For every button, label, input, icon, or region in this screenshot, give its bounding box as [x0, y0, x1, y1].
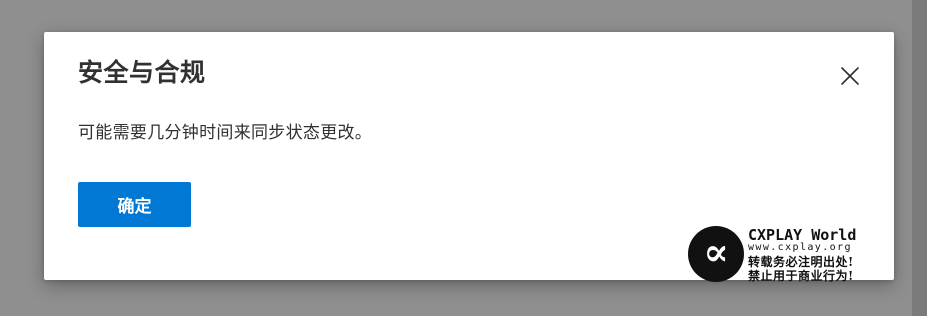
cxplay-logo-icon: ∝: [688, 226, 744, 282]
watermark-url: www.cxplay.org: [748, 242, 852, 253]
dialog-message: 可能需要几分钟时间来同步状态更改。: [78, 123, 373, 143]
watermark-notice-1: 转载务必注明出处!: [748, 255, 854, 269]
close-icon: [841, 67, 859, 85]
backdrop-scrollbar: [912, 0, 927, 316]
dialog-title: 安全与合规: [78, 58, 206, 87]
close-button[interactable]: [836, 62, 864, 90]
watermark-notice-2: 禁止用于商业行为!: [748, 269, 854, 283]
logo-glyph: ∝: [703, 229, 729, 274]
watermark: ∝ CXPLAY World www.cxplay.org 转载务必注明出处! …: [688, 226, 894, 284]
ok-button[interactable]: 确定: [78, 182, 191, 227]
